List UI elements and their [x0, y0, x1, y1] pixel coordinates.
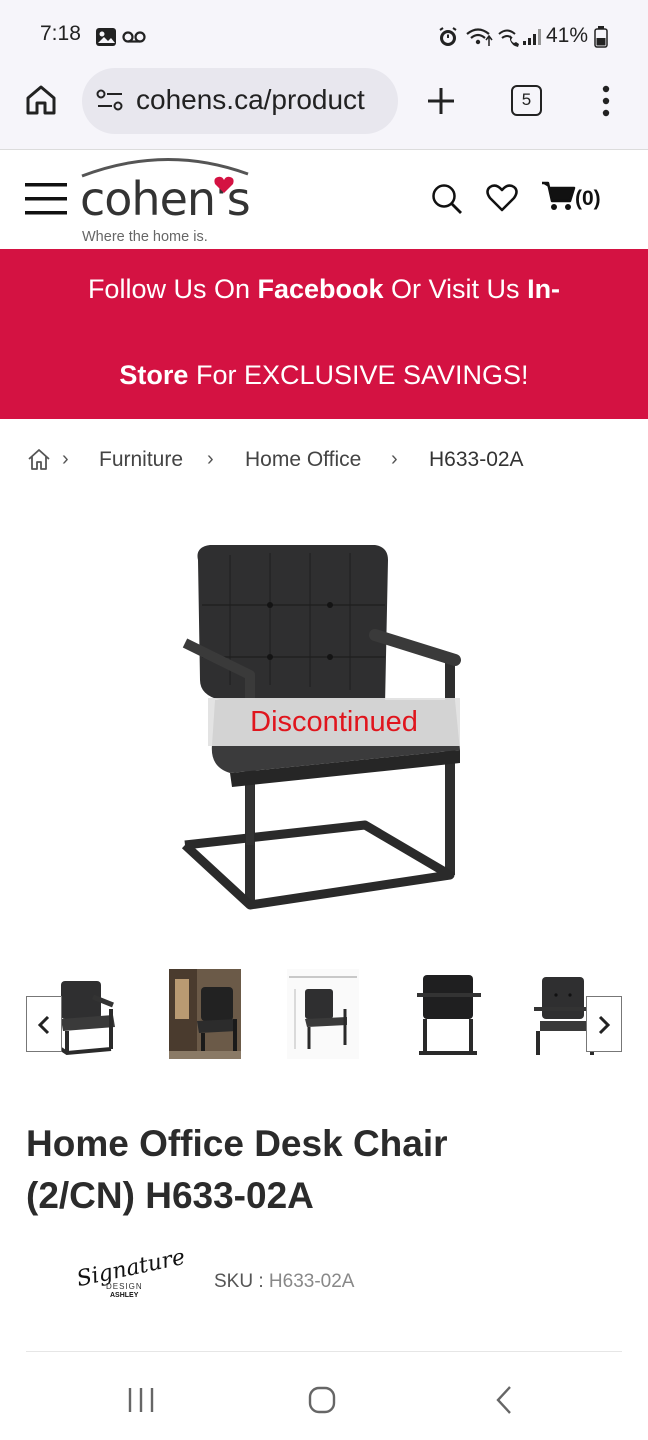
product-title: Home Office Desk Chair (2/CN) H633-02A [26, 1118, 626, 1222]
brand-design-text: DESIGN [106, 1282, 143, 1291]
wifi-icon [466, 28, 493, 46]
discontinued-badge: Discontinued [208, 698, 460, 746]
breadcrumb-separator: › [62, 448, 69, 470]
carousel-next-button[interactable] [586, 996, 622, 1052]
more-menu-icon[interactable] [600, 84, 612, 118]
promo-in-store: In- [527, 274, 561, 304]
brand-ashley-text: ASHLEY [110, 1292, 139, 1299]
home-icon[interactable] [25, 84, 57, 116]
status-time: 7:18 [40, 22, 81, 45]
carousel-prev-button[interactable] [26, 996, 62, 1052]
gallery-icon [96, 28, 116, 46]
battery-icon [594, 26, 608, 48]
thumbnail-2[interactable] [169, 969, 241, 1059]
sku-label: SKU : [214, 1271, 269, 1292]
breadcrumb-home-office[interactable]: Home Office [245, 448, 361, 472]
battery-percent: 41% [546, 24, 589, 47]
promo-text: Follow Us On [87, 274, 258, 304]
heart-icon[interactable] [486, 184, 518, 212]
browser-toolbar: cohens.ca/product 5 [0, 68, 648, 150]
back-icon[interactable] [494, 1384, 514, 1416]
home-button-icon[interactable] [307, 1385, 337, 1415]
promo-text: Or Visit Us [383, 274, 528, 304]
breadcrumb-furniture[interactable]: Furniture [99, 448, 183, 472]
alarm-icon [439, 27, 457, 46]
logo-heart-icon [214, 176, 234, 193]
recent-apps-icon[interactable] [126, 1386, 156, 1414]
promo-store: Store [119, 360, 189, 390]
signal-icon [523, 29, 541, 45]
promo-banner[interactable]: Follow Us On Facebook Or Visit Us In- St… [0, 249, 648, 419]
thumbnail-1[interactable] [53, 969, 125, 1059]
cohens-logo[interactable]: cohen's Where the home is. [80, 150, 252, 249]
product-title-line-1: Home Office Desk Chair [26, 1123, 448, 1164]
site-settings-icon[interactable] [96, 89, 124, 113]
system-nav-bar [0, 1360, 648, 1440]
site-header: cohen's Where the home is. (0) [0, 150, 648, 249]
logo-tagline: Where the home is. [82, 229, 208, 245]
thumbnail-4[interactable] [413, 969, 485, 1059]
promo-text: For EXCLUSIVE SAVINGS! [188, 360, 529, 390]
wifi-call-icon [498, 29, 519, 47]
promo-line-2: Store For EXCLUSIVE SAVINGS! [0, 360, 648, 391]
hamburger-menu-icon[interactable] [25, 182, 67, 216]
product-title-line-2: (2/CN) H633-02A [26, 1175, 314, 1216]
new-tab-plus-icon[interactable] [426, 86, 456, 116]
thumbnail-carousel [0, 965, 648, 1065]
breadcrumb-current: H633-02A [429, 448, 524, 471]
breadcrumb-separator: › [207, 448, 214, 470]
tab-switcher-icon[interactable]: 5 [511, 85, 542, 116]
sku-row: SKU : H633-02A [214, 1271, 354, 1293]
status-bar: 7:18 41% [0, 0, 648, 68]
cart-icon [542, 181, 576, 210]
cart-button[interactable]: (0) [542, 180, 612, 216]
thumbnail-3[interactable] [287, 969, 359, 1059]
promo-line-1: Follow Us On Facebook Or Visit Us In- [0, 274, 648, 305]
breadcrumb: › Furniture › Home Office › H633-02A [0, 440, 648, 480]
divider [26, 1351, 622, 1352]
voicemail-icon [122, 31, 146, 43]
cart-count: (0) [575, 187, 601, 210]
address-bar[interactable]: cohens.ca/product [82, 68, 398, 134]
brand-logo[interactable]: Signature DESIGN ASHLEY [75, 1245, 188, 1312]
breadcrumb-home-icon[interactable] [27, 448, 51, 470]
chevron-right-icon [598, 1015, 611, 1035]
promo-facebook: Facebook [257, 274, 384, 304]
chevron-left-icon [37, 1015, 50, 1035]
sku-value: H633-02A [268, 1271, 355, 1292]
breadcrumb-separator: › [391, 448, 398, 470]
tab-count: 5 [521, 90, 532, 109]
url-text: cohens.ca/product [136, 84, 365, 115]
search-icon[interactable] [431, 183, 463, 215]
